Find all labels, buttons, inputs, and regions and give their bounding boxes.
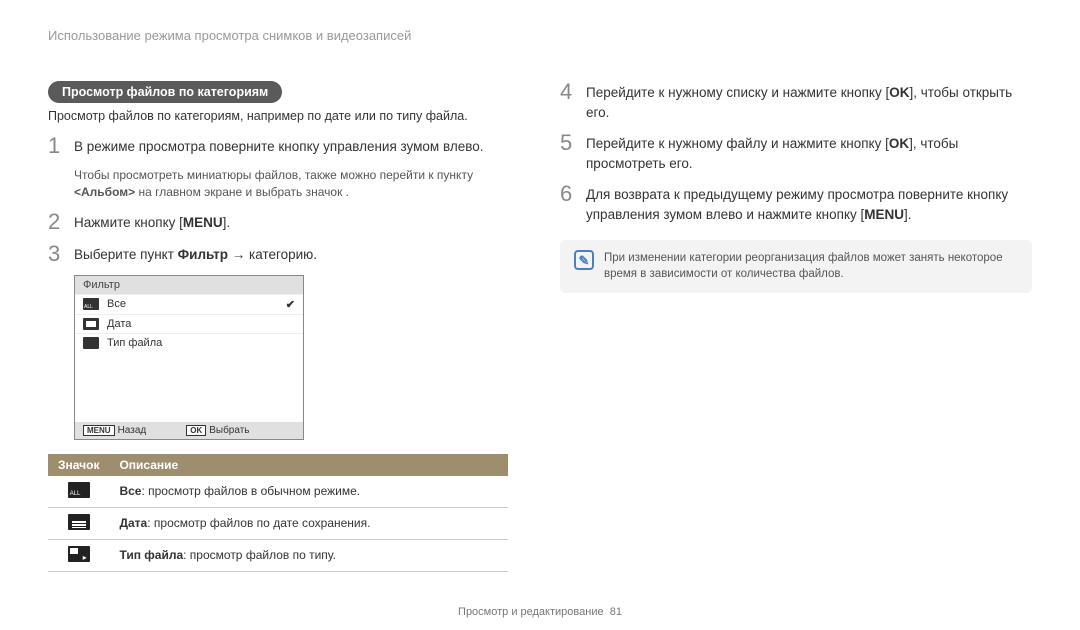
table-row: Дата: просмотр файлов по дате сохранения… [48,507,508,539]
screenshot-title: Фильтр [75,276,303,294]
step-3-bold: Фильтр [178,247,228,262]
step-6-text-a: Для возврата к предыдущему режиму просмо… [586,187,1008,222]
ok-key-icon: OK [186,425,206,436]
step-2: 2 Нажмите кнопку [MENU]. [48,211,520,233]
screenshot-row-all: Все ✔ [75,294,303,314]
step-number: 1 [48,135,64,157]
menu-button-label: MENU [864,207,904,222]
step-4-text-a: Перейдите к нужному списку и нажмите кно… [586,85,889,100]
row-label: Тип файла [107,337,162,349]
right-column: 4 Перейдите к нужному списку и нажмите к… [560,71,1032,572]
table-row: Тип файла: просмотр файлов по типу. [48,539,508,571]
substep-text-c: на главном экране и выбрать значок . [135,185,349,199]
step-3-text-a: Выберите пункт [74,247,178,262]
ok-button-label: OK [889,85,909,100]
icon-legend-table: Значок Описание Все: просмотр файлов в о… [48,454,508,572]
step-6: 6 Для возврата к предыдущему режиму прос… [560,183,1032,224]
legend-header-desc: Описание [109,454,508,476]
page-number: 81 [610,606,622,618]
filetype-icon [68,546,90,562]
step-number: 3 [48,243,64,265]
screenshot-row-type: Тип файла [75,333,303,352]
legend-term: Все [119,484,141,498]
step-1-body: В режиме просмотра поверните кнопку упра… [74,135,520,157]
checkmark-icon: ✔ [286,298,295,311]
legend-desc: : просмотр файлов по дате сохранения. [147,516,370,530]
info-icon: ✎ [574,250,594,270]
select-label: Выбрать [209,425,249,436]
legend-desc: : просмотр файлов по типу. [183,548,336,562]
step-4-body: Перейдите к нужному списку и нажмите кно… [586,81,1032,122]
menu-key-icon: MENU [83,425,115,436]
step-4: 4 Перейдите к нужному списку и нажмите к… [560,81,1032,122]
page-footer: Просмотр и редактирование 81 [0,606,1080,618]
footer-section: Просмотр и редактирование [458,606,604,618]
step-number: 2 [48,211,64,233]
step-3-text-b: → категорию. [228,247,317,262]
page-header-breadcrumb: Использование режима просмотра снимков и… [0,0,1080,43]
ok-button-label: OK [889,136,909,151]
step-2-text-b: ]. [223,215,231,230]
step-5: 5 Перейдите к нужному файлу и нажмите кн… [560,132,1032,173]
screenshot-footer: MENUНазад OKВыбрать [75,422,303,439]
info-note: ✎ При изменении категории реорганизация … [560,240,1032,292]
step-number: 5 [560,132,576,154]
step-3-body: Выберите пункт Фильтр → категорию. [74,243,520,265]
legend-header-icon: Значок [48,454,109,476]
intro-text: Просмотр файлов по категориям, например … [48,109,520,123]
step-1-substep: Чтобы просмотреть миниатюры файлов, такж… [74,167,520,201]
step-number: 6 [560,183,576,205]
note-text: При изменении категории реорганизация фа… [604,250,1018,282]
step-2-text-a: Нажмите кнопку [ [74,215,183,230]
section-title-pill: Просмотр файлов по категориям [48,81,282,103]
screenshot-row-date: Дата [75,314,303,333]
calendar-icon [83,318,99,330]
all-icon [83,298,99,310]
back-label: Назад [118,425,147,436]
filetype-icon [83,337,99,349]
table-row: Все: просмотр файлов в обычном режиме. [48,476,508,508]
row-label: Все [107,298,126,310]
all-icon [68,482,90,498]
legend-desc: : просмотр файлов в обычном режиме. [141,484,360,498]
step-5-text-a: Перейдите к нужному файлу и нажмите кноп… [586,136,889,151]
step-1: 1 В режиме просмотра поверните кнопку уп… [48,135,520,157]
legend-term: Дата [119,516,147,530]
step-5-body: Перейдите к нужному файлу и нажмите кноп… [586,132,1032,173]
substep-bold: <Альбом> [74,185,135,199]
menu-button-label: MENU [183,215,223,230]
legend-term: Тип файла [119,548,183,562]
filter-menu-screenshot: Фильтр Все ✔ Дата Тип файла MENUНазад OK… [74,275,304,440]
step-6-body: Для возврата к предыдущему режиму просмо… [586,183,1032,224]
step-number: 4 [560,81,576,103]
row-label: Дата [107,318,131,330]
step-3: 3 Выберите пункт Фильтр → категорию. [48,243,520,265]
step-2-body: Нажмите кнопку [MENU]. [74,211,520,233]
step-6-text-b: ]. [904,207,912,222]
calendar-icon [68,514,90,530]
substep-text-a: Чтобы просмотреть миниатюры файлов, такж… [74,168,473,182]
left-column: Просмотр файлов по категориям Просмотр ф… [48,71,520,572]
